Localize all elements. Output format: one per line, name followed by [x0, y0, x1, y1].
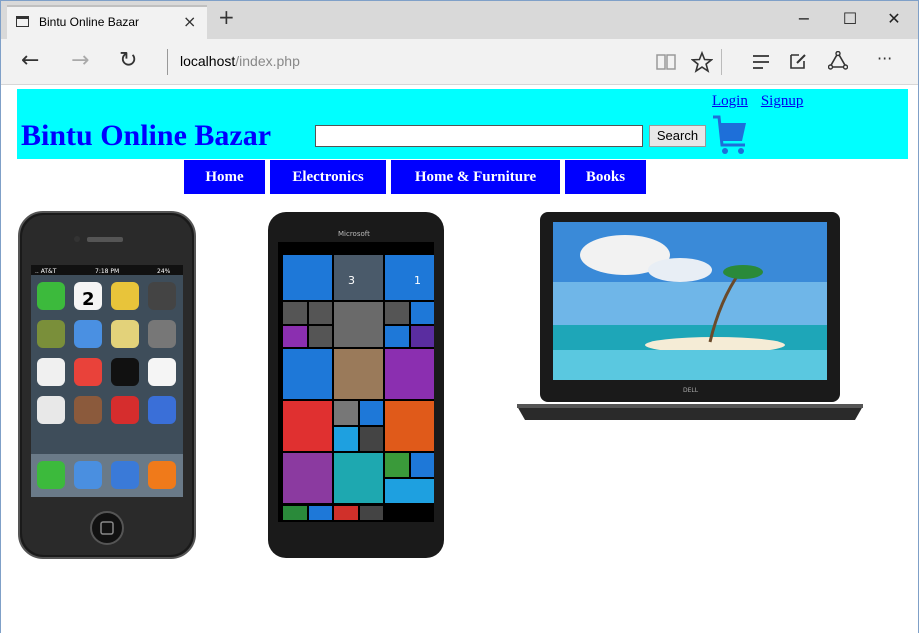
- close-window-button[interactable]: ✕: [871, 9, 917, 28]
- menu-books[interactable]: Books: [565, 160, 646, 194]
- toolbar-separator: [721, 49, 722, 75]
- calendar-date: 2: [82, 289, 95, 310]
- laptop-brand: DELL: [683, 387, 699, 394]
- site-title[interactable]: Bintu Online Bazar: [21, 119, 271, 153]
- menu-home-furniture[interactable]: Home & Furniture: [391, 160, 560, 194]
- phone1-battery: 24%: [157, 268, 171, 275]
- search-input[interactable]: [315, 125, 643, 147]
- search-button[interactable]: Search: [649, 125, 706, 147]
- login-link[interactable]: Login: [712, 93, 748, 109]
- address-host: localhost: [180, 53, 236, 69]
- calendar-tile-count: 3: [348, 274, 355, 287]
- outlook-tile-count: 1: [414, 274, 421, 287]
- web-page: Bintu Online Bazar Search Login Signup Ho…: [1, 86, 918, 633]
- menu-electronics[interactable]: Electronics: [270, 160, 386, 194]
- browser-tab[interactable]: Bintu Online Bazar ×: [7, 5, 207, 39]
- reading-view-icon[interactable]: [656, 53, 676, 71]
- phone2-brand: Microsoft: [338, 230, 370, 238]
- site-header: Bintu Online Bazar Search Login Signup: [17, 89, 908, 159]
- phone1-time: 7:18 PM: [95, 268, 119, 275]
- more-options-button[interactable]: ···: [877, 49, 892, 68]
- maximize-button[interactable]: ☐: [827, 9, 873, 28]
- tab-page-icon: [16, 16, 29, 27]
- signup-link[interactable]: Signup: [761, 93, 804, 109]
- address-path: /index.php: [235, 53, 300, 69]
- share-icon[interactable]: [828, 51, 848, 71]
- tab-bar: Bintu Online Bazar × + − ☐ ✕: [1, 1, 918, 39]
- web-note-icon[interactable]: [789, 52, 807, 70]
- new-tab-button[interactable]: +: [218, 5, 235, 29]
- favorite-star-icon[interactable]: [691, 51, 713, 73]
- hub-icon[interactable]: [752, 54, 770, 70]
- account-links: Login Signup: [712, 93, 816, 110]
- minimize-button[interactable]: −: [781, 9, 827, 28]
- tab-close-icon[interactable]: ×: [183, 12, 196, 31]
- address-separator: [167, 49, 168, 75]
- refresh-button[interactable]: ↻: [119, 50, 137, 72]
- address-bar[interactable]: localhost/index.php: [180, 53, 300, 69]
- navigation-bar: ← → ↻ localhost/index.php ···: [1, 39, 918, 85]
- lumia-product-image[interactable]: Microsoft 3 1: [266, 210, 446, 560]
- iphone-product-image[interactable]: .. AT&T 7:18 PM 24% 2: [17, 210, 197, 560]
- browser-window: Bintu Online Bazar × + − ☐ ✕ ← → ↻ local…: [0, 0, 919, 633]
- laptop-product-image[interactable]: DELL: [515, 210, 865, 425]
- shopping-cart-icon[interactable]: [711, 115, 751, 157]
- menu-home[interactable]: Home: [184, 160, 265, 194]
- phone1-carrier: .. AT&T: [35, 268, 57, 275]
- tab-title: Bintu Online Bazar: [39, 15, 140, 29]
- back-button[interactable]: ←: [21, 50, 39, 72]
- forward-button[interactable]: →: [71, 50, 89, 72]
